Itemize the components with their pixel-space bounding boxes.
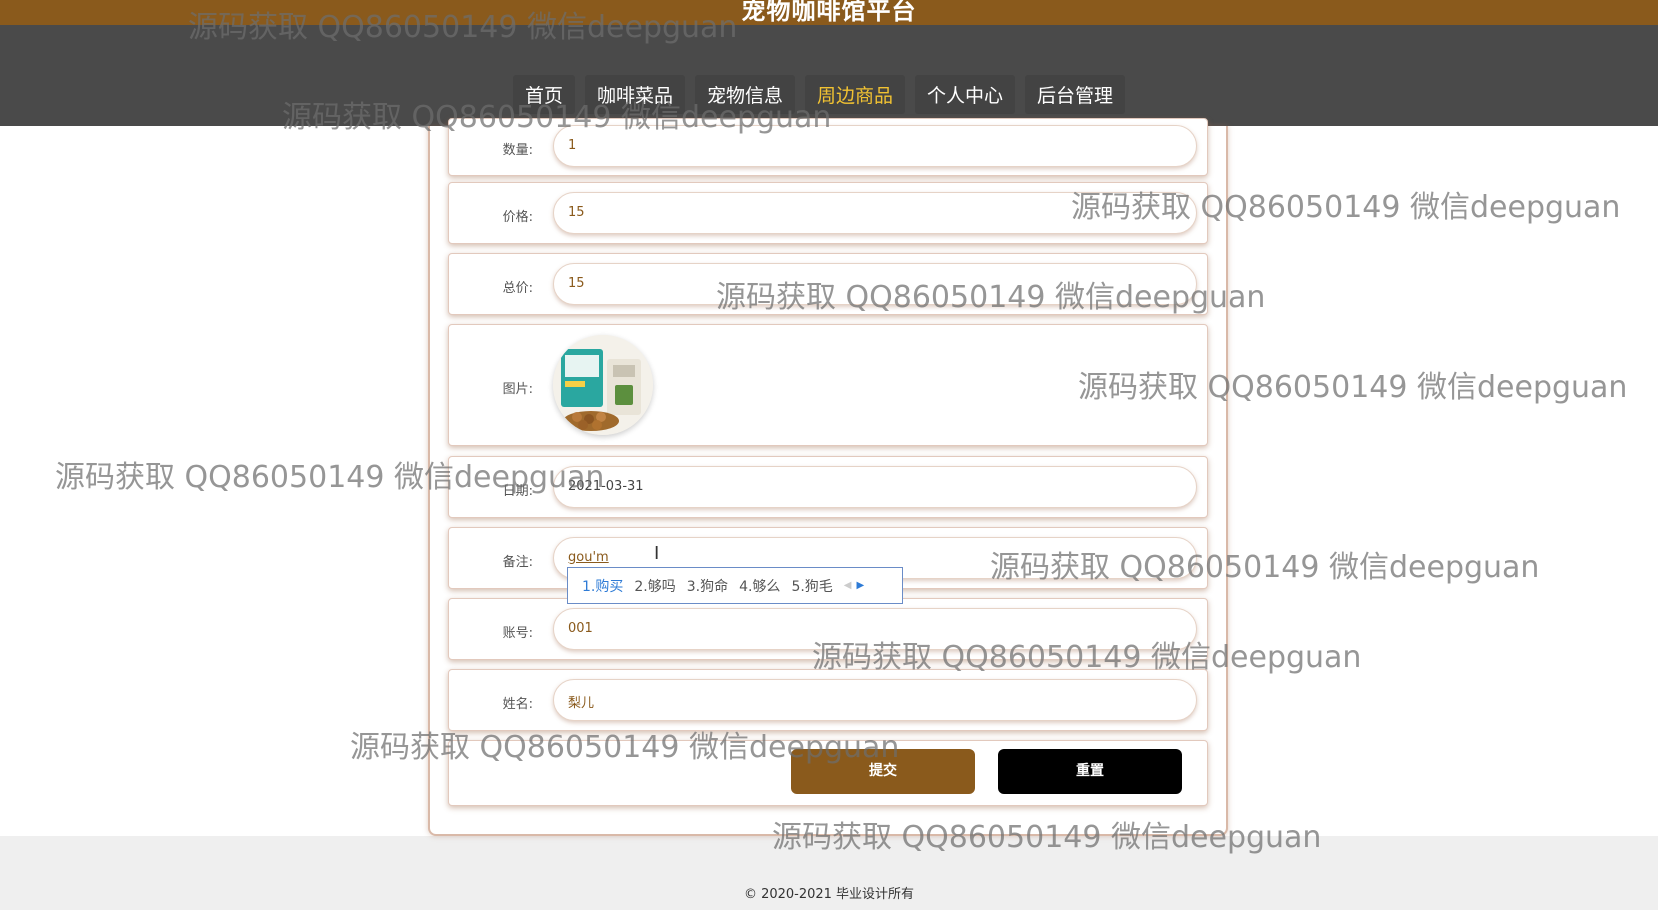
submit-button[interactable]: 提交	[791, 749, 975, 794]
remark-label: 备注:	[502, 555, 533, 570]
nav-bar: 首页 咖啡菜品 宠物信息 周边商品 个人中心 后台管理	[0, 25, 1658, 126]
image-label: 图片:	[502, 382, 533, 397]
form-row-quantity: 数量: 1	[448, 118, 1208, 176]
reset-button[interactable]: 重置	[998, 749, 1182, 794]
total-label: 总价:	[502, 281, 533, 296]
nav-item-home[interactable]: 首页	[512, 75, 575, 114]
quantity-input[interactable]: 1	[553, 125, 1197, 167]
price-input[interactable]: 15	[553, 192, 1197, 234]
top-bar: 宠物咖啡馆平台	[0, 0, 1658, 25]
date-input[interactable]: 2021-03-31	[553, 466, 1197, 508]
form-row-account: 账号: 001	[448, 598, 1208, 660]
form-row-date: 日期: 2021-03-31	[448, 456, 1208, 518]
dog-food-image	[553, 335, 653, 435]
ime-candidate-2[interactable]: 2.够吗	[634, 576, 675, 596]
text-cursor-icon: I	[654, 543, 660, 564]
account-input[interactable]: 001	[553, 608, 1197, 650]
ime-candidate-5[interactable]: 5.狗毛	[791, 576, 832, 596]
main-nav: 首页 咖啡菜品 宠物信息 周边商品 个人中心 后台管理	[0, 75, 1658, 114]
nav-item-coffee-menu[interactable]: 咖啡菜品	[584, 75, 685, 114]
nav-item-pet-info[interactable]: 宠物信息	[694, 75, 795, 114]
form-row-name: 姓名: 梨儿	[448, 669, 1208, 731]
form-row-total: 总价: 15	[448, 253, 1208, 315]
ime-candidate-3[interactable]: 3.狗命	[687, 576, 728, 596]
quantity-label: 数量:	[502, 143, 533, 158]
price-label: 价格:	[502, 210, 533, 225]
name-label: 姓名:	[502, 697, 533, 712]
footer-copyright: © 2020-2021 毕业设计所有	[743, 887, 915, 902]
site-title: 宠物咖啡馆平台	[741, 0, 917, 25]
ime-prev-icon[interactable]: ◀	[844, 580, 852, 591]
nav-item-personal-center[interactable]: 个人中心	[915, 75, 1016, 114]
ime-candidate-bar: 1.购买 2.够吗 3.狗命 4.够么 5.狗毛 ◀ ▶	[567, 567, 903, 604]
date-label: 日期:	[502, 484, 533, 499]
total-input[interactable]: 15	[553, 263, 1197, 305]
ime-candidate-1[interactable]: 1.购买	[582, 576, 623, 596]
ime-next-icon[interactable]: ▶	[857, 580, 865, 591]
name-input[interactable]: 梨儿	[553, 679, 1197, 721]
form-row-image: 图片:	[448, 324, 1208, 446]
product-photo[interactable]	[553, 335, 653, 435]
account-label: 账号:	[502, 626, 533, 641]
nav-item-merchandise[interactable]: 周边商品	[805, 75, 906, 114]
nav-item-admin[interactable]: 后台管理	[1025, 75, 1126, 114]
form-row-price: 价格: 15	[448, 182, 1208, 244]
ime-candidate-4[interactable]: 4.够么	[739, 576, 780, 596]
